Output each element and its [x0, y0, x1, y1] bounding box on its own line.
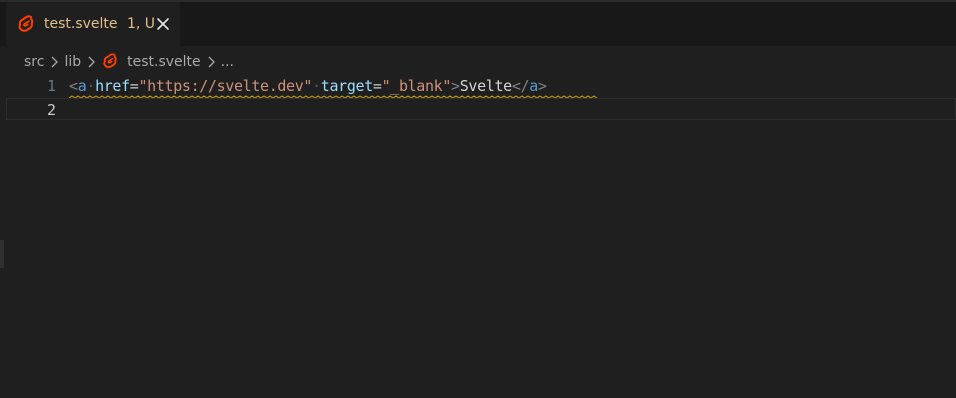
breadcrumb-item-src[interactable]: src: [24, 54, 44, 70]
token-bracket: <: [69, 77, 78, 95]
sash-handle[interactable]: [0, 240, 4, 268]
tab-test-svelte[interactable]: test.svelte 1, U: [6, 2, 180, 46]
chevron-right-icon: [47, 55, 61, 69]
token-equals: =: [372, 77, 382, 95]
current-line-highlight: [6, 98, 956, 120]
token-tag: a: [529, 77, 538, 95]
line-number: 2: [46, 101, 56, 119]
svelte-icon: [103, 53, 119, 71]
chevron-right-icon: [204, 55, 218, 69]
line-number: 1: [46, 77, 56, 95]
close-icon[interactable]: [154, 15, 172, 33]
token-string: "https://svelte.dev": [138, 77, 313, 95]
token-attribute: target: [320, 77, 373, 95]
tab-filename: test.svelte: [44, 16, 118, 32]
breadcrumb-item-lib[interactable]: lib: [64, 54, 81, 70]
token-bracket: >: [451, 77, 460, 95]
token-bracket: </: [511, 77, 530, 95]
tab-problem-status: 1, U: [127, 16, 156, 32]
token-attribute: href: [95, 77, 130, 95]
token-text: Svelte: [459, 77, 512, 95]
breadcrumb: src lib test.svelte ...: [24, 52, 234, 72]
svelte-icon: [18, 15, 36, 35]
code-editor[interactable]: 1 <a·href="https://svelte.dev"·target="_…: [0, 74, 956, 398]
breadcrumb-item-file[interactable]: test.svelte: [127, 54, 201, 70]
token-string: "_blank": [381, 77, 452, 95]
code-line-2[interactable]: 2: [0, 98, 956, 122]
chevron-right-icon: [84, 55, 98, 69]
editor-window: test.svelte 1, U src lib test.svelte ...…: [0, 0, 956, 398]
code-line-1[interactable]: 1 <a·href="https://svelte.dev"·target="_…: [0, 74, 956, 99]
breadcrumb-item-symbols[interactable]: ...: [221, 54, 234, 70]
code-line-text[interactable]: <a·href="https://svelte.dev"·target="_bl…: [69, 77, 547, 95]
whitespace-dot: ·: [312, 77, 321, 95]
whitespace-dot: ·: [86, 77, 96, 95]
tab-bar: test.svelte 1, U: [0, 2, 956, 46]
token-bracket: >: [537, 77, 547, 95]
